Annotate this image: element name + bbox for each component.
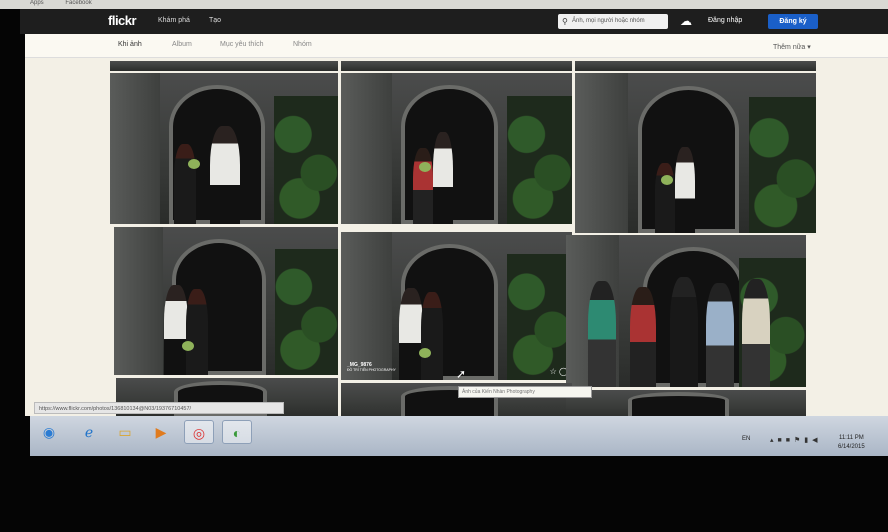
photo-thumb[interactable] [114,227,338,375]
login-link[interactable]: Đăng nhập [708,17,742,24]
nav-create[interactable]: Tạo [209,17,221,24]
cloud-upload-icon[interactable]: ☁ [680,14,692,28]
tab-albums[interactable]: Album [172,41,192,48]
photo-thumb[interactable] [110,73,338,224]
photo-ivy [507,95,572,224]
photo-ivy [748,97,816,233]
photo-wall [341,73,392,224]
tray-app-icon[interactable]: ■ [778,437,786,444]
tab-favorites[interactable]: Mục yêu thích [220,41,264,48]
windows-taskbar: ◉ ℯ ▭ ▶ ◎ ◐ EN ▴■■⚑▮◀ 11:11 PM 6/14/2015 [30,416,888,456]
ie-icon[interactable]: ℯ [74,420,104,444]
network-icon[interactable]: ▮ [804,437,812,444]
expand-tray-icon[interactable]: ▴ [770,437,778,444]
photo-wall [341,232,392,380]
language-indicator[interactable]: EN [742,436,750,442]
photo-watermark-credit: ĐỒ TRÍ TIẾN PHOTOGRAPHY [347,368,396,372]
photo-person [413,148,433,224]
flickr-logo[interactable]: flickr [108,13,137,28]
photo-thumb[interactable] [566,235,806,387]
photo-person [433,132,453,224]
mouse-cursor-icon: ➚ [456,367,467,381]
chrome-icon[interactable]: ◎ [184,420,214,444]
photo-ivy [275,249,338,375]
bookmark-apps[interactable]: Apps [30,0,44,6]
tab-photostream[interactable]: Khi ảnh [118,41,142,48]
photo-person [670,277,698,387]
tray-app-icon[interactable]: ■ [786,437,794,444]
photo-person [174,144,196,224]
nav-explore[interactable]: Khám phá [158,17,190,24]
photo-person [655,163,675,233]
photo-person [186,289,208,375]
status-url-bar: https://www.flickr.com/photos/136810134@… [34,402,284,414]
photo-watermark: _MG_9876 ĐỒ TRÍ TIẾN PHOTOGRAPHY [347,362,396,372]
flickr-top-nav: flickr Khám phá Tạo ⚲ Ảnh, mọi người hoặ… [20,9,888,34]
star-icon[interactable]: ☆ [550,367,557,376]
photo-bouquet [182,341,194,351]
photo-person [399,288,423,380]
clock-date: 6/14/2015 [838,444,865,450]
search-icon: ⚲ [562,17,568,26]
photo-person [630,287,656,387]
photo-person [210,126,240,224]
photo-thumb[interactable] [341,73,572,224]
photo-bouquet [419,162,431,172]
photo-person [164,285,188,375]
photo-person [742,279,770,387]
photo-bouquet [188,159,200,169]
volume-icon[interactable]: ◀ [812,437,821,444]
photo-bouquet [419,348,431,358]
bookmark-facebook[interactable]: Facebook [65,0,91,6]
photo-wall [114,227,164,375]
photo-tooltip: Ảnh của Kiến Nhàn Photography [458,386,592,398]
media-player-icon[interactable]: ▶ [146,420,176,444]
photo-ivy [507,254,572,380]
photo-thumb[interactable] [341,61,572,71]
photo-wall [110,73,161,224]
photo-ivy [274,95,338,224]
photo-person [706,283,734,387]
app-icon[interactable]: ◐ [222,420,252,444]
tab-groups[interactable]: Nhóm [293,41,312,48]
photo-bouquet [661,175,673,185]
photo-person [588,281,616,387]
photo-thumb[interactable] [575,61,816,71]
search-input[interactable]: ⚲ Ảnh, mọi người hoặc nhóm [558,14,668,29]
clock-time: 11:11 PM [838,435,864,441]
photo-thumb[interactable] [575,73,816,233]
signup-button[interactable]: Đăng ký [768,14,818,29]
photo-person [421,292,443,380]
start-button-icon[interactable]: ◉ [34,420,64,444]
file-explorer-icon[interactable]: ▭ [110,420,140,444]
photo-wall [575,73,629,233]
flag-icon[interactable]: ⚑ [794,437,804,444]
more-menu[interactable]: Thêm nữa ▾ [773,43,811,51]
photo-thumb[interactable]: _MG_9876 ĐỒ TRÍ TIẾN PHOTOGRAPHY ☆ ◯ [341,232,572,380]
clock[interactable]: 11:11 PM 6/14/2015 [838,434,865,452]
search-placeholder: Ảnh, mọi người hoặc nhóm [572,18,645,24]
browser-bookmarks-bar: Apps Facebook [0,0,888,9]
photo-thumb[interactable] [110,61,338,71]
profile-subnav: Khi ảnh Album Mục yêu thích Nhóm Thêm nữ… [25,34,888,58]
photo-person [675,147,695,233]
system-tray: ▴■■⚑▮◀ [770,436,822,444]
